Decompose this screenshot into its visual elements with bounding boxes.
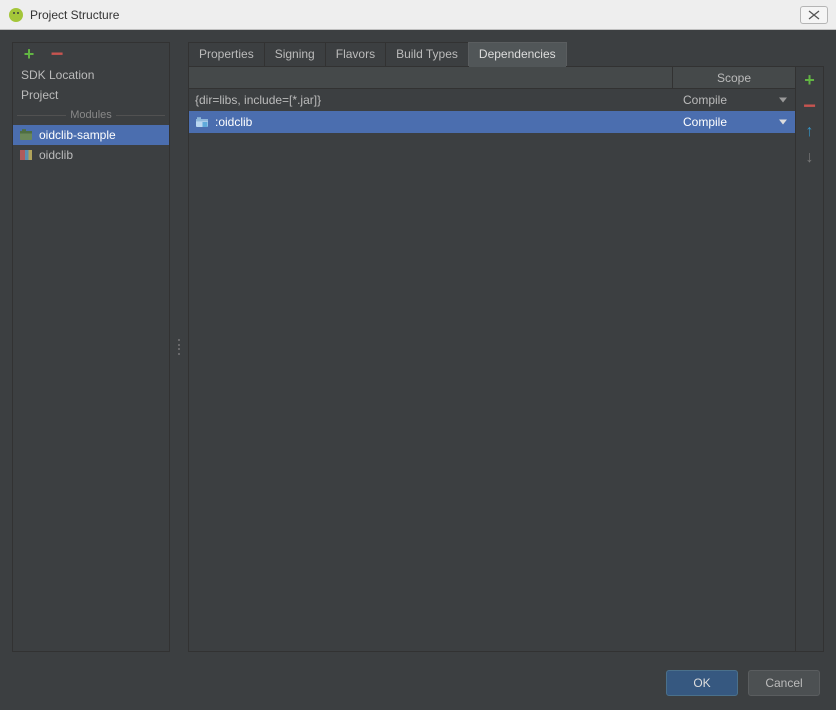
tabs: Properties Signing Flavors Build Types D… [188,42,824,66]
dependency-row[interactable]: {dir=libs, include=[*.jar]} Compile [189,89,795,111]
sidebar-item-project[interactable]: Project [13,85,169,105]
scope-cell[interactable]: Compile [673,115,795,129]
tab-signing[interactable]: Signing [264,42,326,66]
move-down-icon[interactable]: ↓ [801,149,819,167]
left-toolbar: + − [13,43,169,65]
ok-button[interactable]: OK [666,670,738,696]
dependency-row[interactable]: :oidclib Compile [189,111,795,133]
right-area: Properties Signing Flavors Build Types D… [188,42,824,652]
title-bar: Project Structure [0,0,836,30]
module-icon [19,128,33,142]
dependencies-panel: Scope {dir=libs, include=[*.jar]} Compil… [188,66,824,652]
splitter-handle[interactable] [176,42,182,652]
sidebar-section-modules: Modules [13,105,169,125]
module-item-oidclib-sample[interactable]: oidclib-sample [13,125,169,145]
scope-value: Compile [683,93,727,107]
chevron-down-icon [779,98,787,103]
add-dependency-icon[interactable]: + [801,71,819,89]
remove-dependency-icon[interactable]: − [801,97,819,115]
scope-cell[interactable]: Compile [673,93,795,107]
scope-column-header: Scope [673,71,795,85]
tab-flavors[interactable]: Flavors [325,42,386,66]
module-icon [19,148,33,162]
window-close-button[interactable] [800,6,828,24]
dependencies-side-toolbar: + − ↑ ↓ [795,67,823,651]
scope-value: Compile [683,115,727,129]
dependency-label: {dir=libs, include=[*.jar]} [195,93,321,107]
tab-dependencies[interactable]: Dependencies [468,42,567,66]
dependencies-header: Scope [189,67,795,89]
sidebar-item-sdk-location[interactable]: SDK Location [13,65,169,85]
window-title: Project Structure [30,8,119,22]
module-label: oidclib-sample [39,128,116,142]
module-label: oidclib [39,148,73,162]
chevron-down-icon [779,120,787,125]
module-folder-icon [195,115,209,129]
tab-properties[interactable]: Properties [188,42,265,66]
left-panel: + − SDK Location Project Modules oidclib… [12,42,170,652]
move-up-icon[interactable]: ↑ [801,123,819,141]
android-studio-icon [8,7,24,23]
sidebar-section-label: Modules [70,109,112,121]
cancel-button[interactable]: Cancel [748,670,820,696]
dependency-label: :oidclib [215,115,252,129]
module-item-oidclib[interactable]: oidclib [13,145,169,165]
tab-build-types[interactable]: Build Types [385,42,469,66]
add-icon[interactable]: + [21,46,37,62]
dialog-footer: OK Cancel [12,652,824,700]
remove-icon[interactable]: − [49,46,65,62]
